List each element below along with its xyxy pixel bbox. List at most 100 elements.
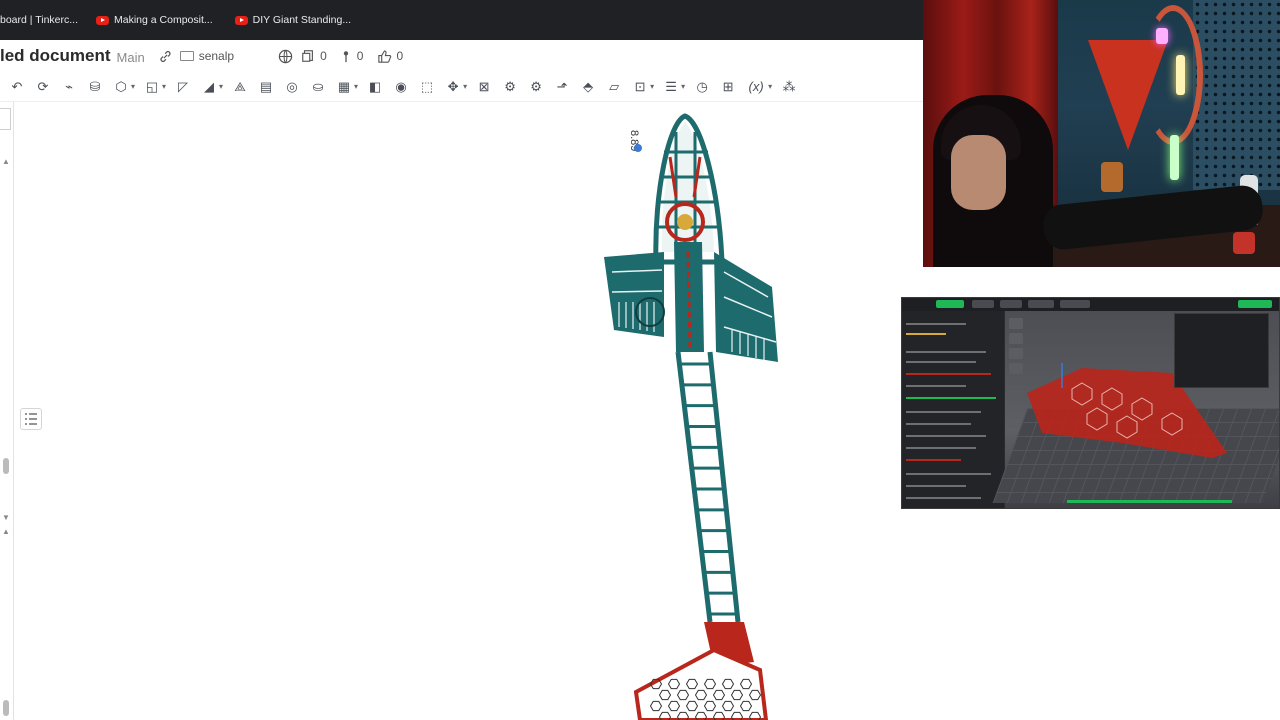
rib-icon[interactable]: ⟁ bbox=[231, 78, 249, 96]
document-title[interactable]: led document bbox=[0, 46, 111, 66]
link-icon bbox=[160, 50, 171, 62]
feature-toolbar: ↶ ⟳ ⌁ ⛁ ⬡ ▾ ◱ ▾ ◸ ◢ ▾ ⟁ ▤ ◎ ⛀ ▦ ▾ ◧ ◉ ⬚ ✥ ▾ ⊠… bbox=[0, 72, 925, 102]
configurations-icon[interactable]: ⁂ bbox=[780, 78, 798, 96]
slicer-overlay bbox=[901, 297, 1280, 509]
scrollbar-thumb[interactable] bbox=[3, 458, 9, 474]
scroll-up-icon[interactable]: ▲ bbox=[2, 527, 10, 536]
copies-count[interactable]: 0 bbox=[301, 49, 327, 63]
slicer-tab bbox=[1000, 300, 1022, 308]
folder-icon bbox=[179, 51, 194, 61]
copy-icon bbox=[302, 50, 314, 62]
mug bbox=[1233, 232, 1255, 254]
mirror-icon[interactable]: ◧ bbox=[366, 78, 384, 96]
scroll-up-icon[interactable]: ▲ bbox=[2, 157, 10, 166]
globe-icon bbox=[278, 49, 293, 63]
public-globe[interactable] bbox=[278, 49, 293, 64]
pins-count[interactable]: 0 bbox=[341, 49, 364, 63]
move-face-icon[interactable]: ⚙ bbox=[527, 78, 545, 96]
chevron-down-icon[interactable]: ▾ bbox=[463, 82, 467, 91]
likes-count[interactable]: 0 bbox=[377, 49, 403, 64]
slicer-tab-prepare bbox=[936, 300, 964, 308]
plane-icon[interactable]: ▱ bbox=[605, 78, 623, 96]
slicer-tab bbox=[1060, 300, 1090, 308]
pattern-icon[interactable]: ▦ bbox=[335, 78, 353, 96]
youtube-icon bbox=[96, 15, 110, 25]
history-icon[interactable]: ◷ bbox=[693, 78, 711, 96]
pin-icon bbox=[343, 51, 348, 63]
mate-connector-icon[interactable]: ⊡ bbox=[631, 78, 649, 96]
bookmark-label: DIY Giant Standing... bbox=[252, 14, 352, 26]
red-cone-sculpture bbox=[1088, 40, 1168, 150]
feature-list-tab[interactable] bbox=[0, 108, 11, 130]
section-view-icon[interactable]: ☰ bbox=[662, 78, 680, 96]
dimension-point[interactable] bbox=[634, 144, 642, 152]
transform-icon[interactable]: ✥ bbox=[444, 78, 462, 96]
variable-icon[interactable]: (x) bbox=[745, 78, 767, 96]
slicer-tab bbox=[1028, 300, 1054, 308]
split-icon[interactable]: ⬚ bbox=[418, 78, 436, 96]
offset-surface-icon[interactable]: ⬘ bbox=[579, 78, 597, 96]
ladder-right-rail bbox=[707, 351, 741, 623]
pegboard bbox=[1193, 0, 1280, 190]
bookmark-making-composite[interactable]: Making a Composit... bbox=[96, 14, 213, 26]
jar bbox=[1101, 162, 1123, 192]
chevron-down-icon[interactable]: ▾ bbox=[131, 82, 135, 91]
regenerate-icon[interactable]: ⟳ bbox=[34, 78, 52, 96]
slicer-settings-panel bbox=[902, 311, 1004, 508]
branch-label[interactable]: Main bbox=[117, 50, 145, 65]
face bbox=[951, 135, 1006, 210]
slicer-slice-button bbox=[1238, 300, 1272, 308]
enclose-icon[interactable]: ◎ bbox=[283, 78, 301, 96]
measure-icon[interactable]: ⊞ bbox=[719, 78, 737, 96]
delete-part-icon[interactable]: ⊠ bbox=[475, 78, 493, 96]
bookmark-label: board | Tinkerc... bbox=[0, 14, 79, 26]
yellow-light bbox=[1176, 55, 1185, 95]
fillet-icon[interactable]: ◱ bbox=[143, 78, 161, 96]
boolean-icon[interactable]: ◉ bbox=[392, 78, 410, 96]
green-light bbox=[1170, 135, 1179, 180]
right-wing bbox=[714, 252, 778, 362]
copies-value: 0 bbox=[320, 49, 327, 63]
undo-icon[interactable]: ↶ bbox=[8, 78, 26, 96]
ladder-left-rail bbox=[675, 351, 713, 623]
3d-viewport[interactable]: 8.89 bbox=[14, 102, 925, 720]
bookmark-tinkercad[interactable]: board | Tinkerc... bbox=[0, 14, 78, 26]
slicer-object-panel bbox=[1174, 313, 1269, 388]
bookmark-diy-giant[interactable]: DIY Giant Standing... bbox=[234, 14, 352, 26]
webcam-overlay bbox=[923, 0, 1280, 267]
feature-list-collapsed[interactable] bbox=[0, 102, 14, 720]
sweep-icon[interactable]: ⌁ bbox=[60, 78, 78, 96]
chevron-down-icon[interactable]: ▾ bbox=[768, 82, 772, 91]
thicken-icon[interactable]: ▤ bbox=[257, 78, 275, 96]
slicer-progress-bar bbox=[1067, 500, 1232, 503]
slicer-tab bbox=[972, 300, 994, 308]
bookmark-label: Making a Composit... bbox=[114, 14, 213, 26]
pins-value: 0 bbox=[356, 49, 364, 63]
youtube-icon bbox=[234, 15, 248, 25]
draft-icon[interactable]: ◢ bbox=[200, 78, 218, 96]
chamfer-icon[interactable]: ◸ bbox=[174, 78, 192, 96]
pink-light bbox=[1156, 28, 1168, 44]
chevron-down-icon[interactable]: ▾ bbox=[162, 82, 166, 91]
cylinder-icon[interactable]: ⛀ bbox=[309, 78, 327, 96]
chevron-down-icon[interactable]: ▾ bbox=[681, 82, 685, 91]
thumbs-up-icon bbox=[378, 49, 392, 63]
shell-icon[interactable]: ⬡ bbox=[112, 78, 130, 96]
model-render: 8.89 bbox=[604, 113, 778, 720]
document-header: led document Main senalp 0 0 0 bbox=[0, 40, 925, 72]
modify-fillet-icon[interactable]: ⚙ bbox=[501, 78, 519, 96]
scroll-down-icon[interactable]: ▼ bbox=[2, 513, 10, 522]
scrollbar-thumb[interactable] bbox=[3, 700, 9, 716]
owner-label: senalp bbox=[198, 49, 235, 63]
chevron-down-icon[interactable]: ▾ bbox=[219, 82, 223, 91]
chevron-down-icon[interactable]: ▾ bbox=[650, 82, 654, 91]
owner-folder[interactable]: senalp bbox=[179, 49, 235, 63]
likes-value: 0 bbox=[396, 49, 404, 63]
replace-face-icon[interactable]: ⬏ bbox=[553, 78, 571, 96]
screen: board | Tinkerc... Making a Composit... … bbox=[0, 0, 1280, 720]
loft-icon[interactable]: ⛁ bbox=[86, 78, 104, 96]
ladder-rungs bbox=[679, 362, 738, 616]
slicer-topbar bbox=[902, 298, 1279, 311]
link-button[interactable] bbox=[159, 50, 172, 63]
chevron-down-icon[interactable]: ▾ bbox=[354, 82, 358, 91]
